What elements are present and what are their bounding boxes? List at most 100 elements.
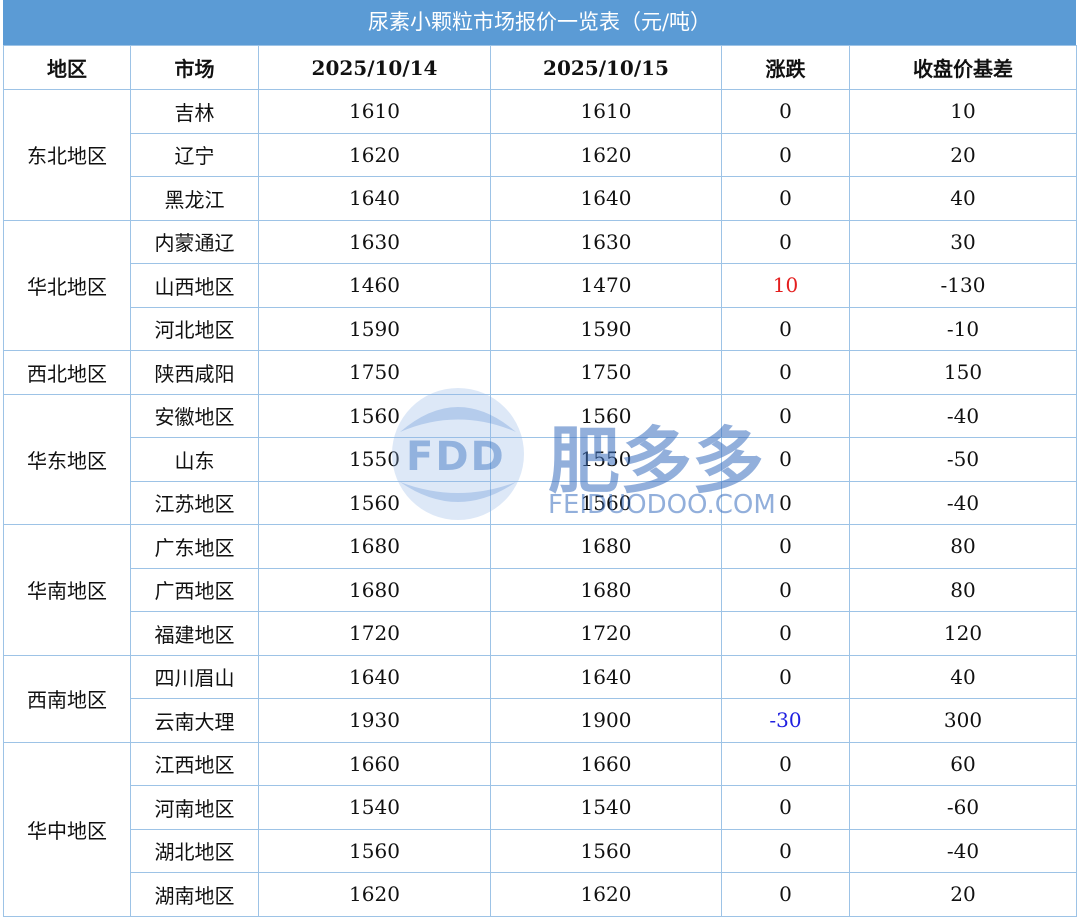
price-date2-cell: 1470 [490,263,722,308]
market-cell: 山西地区 [130,263,259,308]
table-row: 湖南地区 1620 1620 0 20 [4,872,1077,917]
price-date2-cell: 1560 [490,480,722,525]
price-date2-cell: 1590 [490,306,722,351]
price-date2-cell: 1680 [490,567,722,612]
price-date2-cell: 1560 [490,393,722,438]
price-date1-cell: 1560 [258,480,491,525]
basis-cell: 40 [849,654,1077,699]
header-region: 地区 [3,45,131,90]
market-cell: 山东 [130,437,259,482]
price-date2-cell: 1620 [490,132,722,177]
basis-cell: -40 [849,480,1077,525]
price-date2-cell: 1660 [490,741,722,786]
table-row: 江苏地区 1560 1560 0 -40 [4,480,1077,525]
table-row: 华北地区 内蒙通辽 1630 1630 0 30 [3,219,1077,351]
price-date1-cell: 1680 [258,524,491,569]
change-cell: 0 [721,524,850,569]
table-row: 辽宁 1620 1620 0 20 [4,132,1077,177]
price-date1-cell: 1560 [258,828,491,873]
basis-cell: -10 [849,306,1077,351]
table-row: 华东地区 安徽地区 1560 1560 0 -40 [3,393,1077,525]
table-row: 山东 1550 1550 0 -50 [4,437,1077,482]
basis-cell: -40 [849,393,1077,438]
region-cell: 华中地区 [3,741,131,917]
table-row: 西南地区 四川眉山 1640 1640 0 40 [3,654,1077,743]
change-cell: 0 [721,176,850,221]
price-date1-cell: 1680 [258,567,491,612]
market-cell: 湖南地区 [130,872,259,917]
basis-cell: -130 [849,263,1077,308]
market-cell: 河北地区 [130,306,259,351]
basis-cell: -40 [849,828,1077,873]
table-row: 东北地区 吉林 1610 1610 0 10 [3,89,1077,221]
price-date1-cell: 1660 [258,741,491,786]
change-cell: 0 [721,567,850,612]
table-row: 云南大理 1930 1900 -30 300 [4,698,1077,743]
price-date1-cell: 1930 [258,698,491,743]
change-cell: 10 [721,263,850,308]
table-row: 河南地区 1540 1540 0 -60 [4,785,1077,830]
price-date2-cell: 1640 [490,654,722,699]
price-date1-cell: 1720 [258,611,491,656]
change-cell: 0 [721,306,850,351]
price-date2-cell: 1540 [490,785,722,830]
price-date1-cell: 1640 [258,654,491,699]
table-row: 福建地区 1720 1720 0 120 [4,611,1077,656]
basis-cell: 40 [849,176,1077,221]
change-cell: 0 [721,611,850,656]
table-row: 广西地区 1680 1680 0 80 [4,567,1077,612]
table-row: 山西地区 1460 1470 10 -130 [4,263,1077,308]
basis-cell: 20 [849,872,1077,917]
table-title: 尿素小颗粒市场报价一览表（元/吨） [3,0,1076,45]
region-cell: 华南地区 [3,524,131,656]
basis-cell: 10 [849,89,1077,134]
table-row: 华南地区 广东地区 1680 1680 0 80 [3,524,1077,656]
market-cell: 江苏地区 [130,480,259,525]
market-cell: 辽宁 [130,132,259,177]
table-row: 华中地区 江西地区 1660 1660 0 60 [3,741,1077,917]
price-date1-cell: 1620 [258,132,491,177]
price-date2-cell: 1630 [490,219,722,264]
price-date2-cell: 1640 [490,176,722,221]
header-date2: 2025/10/15 [490,45,722,90]
basis-cell: 60 [849,741,1077,786]
price-table: 地区 市场 2025/10/14 2025/10/15 涨跌 收盘价基差 东北地… [3,45,1077,917]
table-row: 西北地区 陕西咸阳 1750 1750 0 150 [3,350,1077,395]
region-cell: 华北地区 [3,219,131,351]
change-cell: 0 [721,350,850,395]
region-cell: 西南地区 [3,654,131,743]
basis-cell: 120 [849,611,1077,656]
price-date2-cell: 1900 [490,698,722,743]
price-date1-cell: 1750 [258,350,491,395]
price-date2-cell: 1610 [490,89,722,134]
market-cell: 广西地区 [130,567,259,612]
price-date2-cell: 1550 [490,437,722,482]
price-date1-cell: 1540 [258,785,491,830]
region-cell: 西北地区 [3,350,131,395]
price-date1-cell: 1560 [258,393,491,438]
change-cell: 0 [721,132,850,177]
price-date2-cell: 1560 [490,828,722,873]
market-cell: 陕西咸阳 [130,350,259,395]
market-cell: 黑龙江 [130,176,259,221]
table-row: 河北地区 1590 1590 0 -10 [4,306,1077,351]
price-date2-cell: 1680 [490,524,722,569]
price-date1-cell: 1460 [258,263,491,308]
market-cell: 云南大理 [130,698,259,743]
price-date1-cell: 1610 [258,89,491,134]
price-date1-cell: 1550 [258,437,491,482]
price-date2-cell: 1620 [490,872,722,917]
region-cell: 东北地区 [3,89,131,221]
market-cell: 广东地区 [130,524,259,569]
market-cell: 吉林 [130,89,259,134]
change-cell: 0 [721,219,850,264]
market-cell: 安徽地区 [130,393,259,438]
change-cell: 0 [721,872,850,917]
market-cell: 湖北地区 [130,828,259,873]
region-cell: 华东地区 [3,393,131,525]
change-cell: 0 [721,654,850,699]
basis-cell: 30 [849,219,1077,264]
price-date1-cell: 1620 [258,872,491,917]
header-row: 地区 市场 2025/10/14 2025/10/15 涨跌 收盘价基差 [3,45,1077,90]
basis-cell: 80 [849,524,1077,569]
